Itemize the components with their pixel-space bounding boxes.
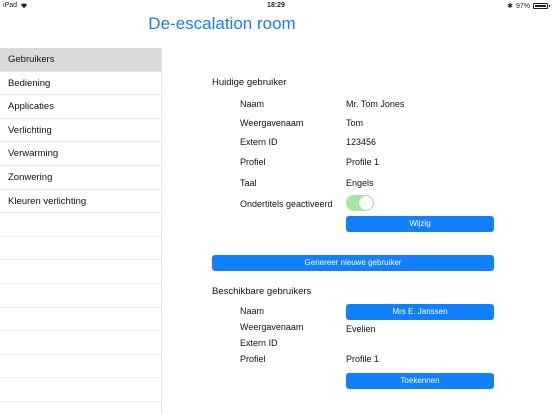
current-profile-label: Profiel [240,157,266,167]
generate-user-button[interactable]: Genereer nieuwe gebruiker [212,255,494,271]
status-right: ✱ 97% [507,2,550,10]
battery-level [535,5,546,7]
sidebar-item-verwarming[interactable]: Verwarming [0,142,161,166]
subtitles-toggle[interactable] [346,195,374,211]
available-extern-label: Extern ID [240,338,278,348]
sidebar-item-applicaties[interactable]: Applicaties [0,95,161,119]
sidebar-empty-row [0,260,161,284]
sidebar-empty-row [0,331,161,355]
current-language-value: Engels [346,178,374,188]
sidebar-item-zonwering[interactable]: Zonwering [0,166,161,190]
sidebar-item-verlichting[interactable]: Verlichting [0,119,161,143]
subtitles-label: Ondertitels geactiveerd [240,199,333,209]
battery-percent: 97% [515,2,530,10]
current-display-value: Tom [346,118,364,128]
current-display-label: Weergavenaam [240,118,304,128]
status-bar: iPad 18:29 ✱ 97% [0,0,552,12]
current-name-label: Naam [240,99,265,109]
available-display-value: Evelien [346,324,376,334]
current-language-label: Taal [240,178,257,188]
current-user-heading: Huidige gebruiker [212,77,287,88]
sidebar-item-kleuren-verlichting[interactable]: Kleuren verlichting [0,190,161,214]
content-panel: Huidige gebruiker Naam Mr. Tom Jones Wee… [163,48,552,414]
available-profile-label: Profiel [240,354,266,364]
current-profile-value: Profile 1 [346,157,380,167]
sidebar-empty-row [0,213,161,237]
sidebar-item-bediening[interactable]: Bediening [0,72,161,96]
sidebar-empty-row [0,284,161,308]
toggle-knob [359,196,373,210]
assign-button[interactable]: Toekennen [346,373,494,389]
sidebar-empty-row [0,308,161,332]
available-name-label: Naam [240,306,265,316]
current-extern-value: 123456 [346,137,377,147]
status-time: 18:29 [267,2,285,9]
battery-icon [533,3,550,9]
app-screen: iPad 18:29 ✱ 97% De-escalation room Gebr… [0,0,552,414]
sidebar: Gebruikers Bediening Applicaties Verlich… [0,48,162,414]
bluetooth-icon: ✱ [507,3,513,10]
sidebar-item-gebruikers[interactable]: Gebruikers [0,48,161,72]
current-name-value: Mr. Tom Jones [346,99,405,109]
sidebar-empty-row [0,378,161,402]
change-button[interactable]: Wijzig [346,216,494,232]
available-users-heading: Beschikbare gebruikers [212,286,312,297]
select-user-button[interactable]: Mrs E. Janssen [346,304,494,320]
current-extern-label: Extern ID [240,137,278,147]
page-title: De-escalation room [148,14,296,33]
sidebar-empty-row [0,237,161,261]
sidebar-empty-row [0,355,161,379]
available-profile-value: Profile 1 [346,354,380,364]
available-display-label: Weergavenaam [240,322,304,332]
